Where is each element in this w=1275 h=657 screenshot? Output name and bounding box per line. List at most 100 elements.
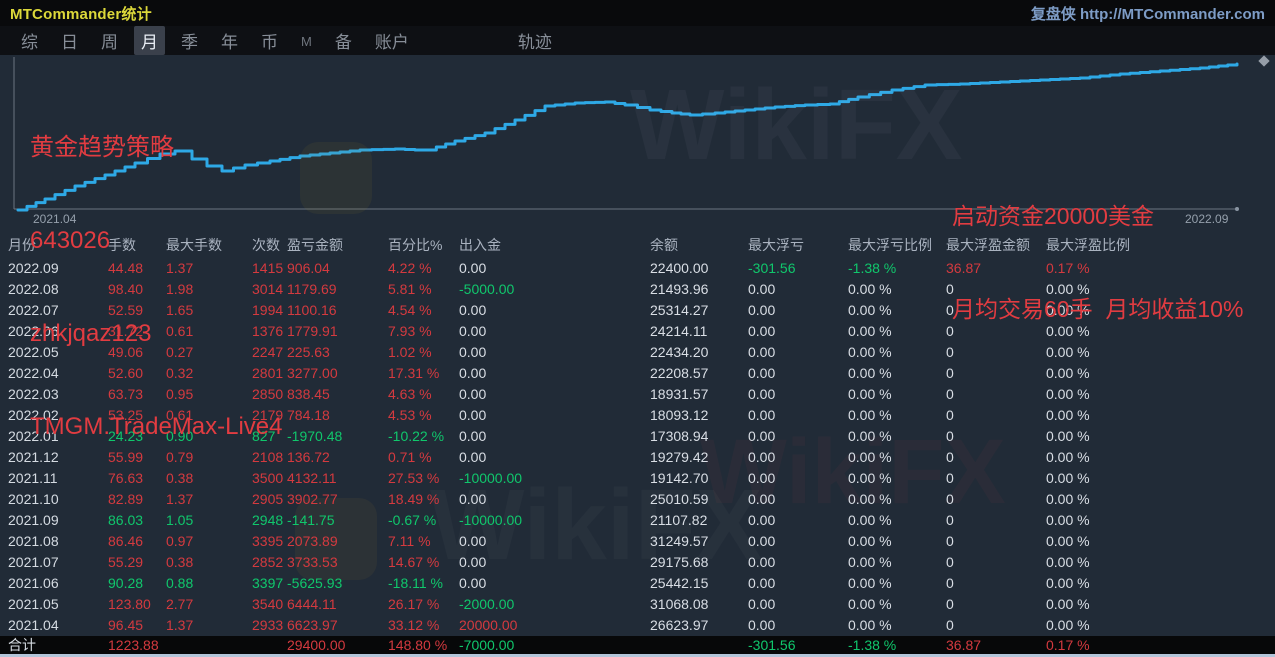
value-cell: 2.77 xyxy=(166,594,193,615)
chart-annotation-left: 黄金趋势策略 643026 zhkjqaz123 TMGM.TradeMax-L… xyxy=(30,70,283,504)
value-cell: 7.93 % xyxy=(388,321,432,342)
value-cell: 3733.53 xyxy=(287,552,338,573)
month-cell: 2021.05 xyxy=(8,594,59,615)
value-cell: 1779.91 xyxy=(287,321,338,342)
value-cell: 0.00 xyxy=(748,363,775,384)
menu-item-备[interactable]: 备 xyxy=(328,26,359,55)
value-cell: 838.45 xyxy=(287,384,330,405)
value-cell: 22434.20 xyxy=(650,342,708,363)
value-cell: 19279.42 xyxy=(650,447,708,468)
value-cell: 0.00 % xyxy=(1046,594,1090,615)
value-cell: 0.00 % xyxy=(848,300,892,321)
value-cell: 0.00 xyxy=(459,258,486,279)
title-bar: MTCommander统计 复盘侠 http://MTCommander.com xyxy=(0,0,1275,26)
value-cell: -141.75 xyxy=(287,510,334,531)
value-cell: 33.12 % xyxy=(388,615,439,636)
table-row[interactable]: 2021.0755.290.3828523733.5314.67 %0.0029… xyxy=(0,552,1275,573)
value-cell: 0.00 xyxy=(748,279,775,300)
value-cell: 0.00 xyxy=(459,426,486,447)
value-cell: 0 xyxy=(946,405,954,426)
value-cell: 0 xyxy=(946,531,954,552)
value-cell: 0.00 % xyxy=(1046,531,1090,552)
value-cell: 25314.27 xyxy=(650,300,708,321)
value-cell: 0.00 xyxy=(748,342,775,363)
table-row[interactable]: 2021.0690.280.883397-5625.93-18.11 %0.00… xyxy=(0,573,1275,594)
value-cell: 0.00 % xyxy=(848,489,892,510)
value-cell: 0.00 xyxy=(459,321,486,342)
app-title: MTCommander统计 xyxy=(10,3,152,24)
menu-item-轨迹[interactable]: 轨迹 xyxy=(511,26,559,55)
value-cell: 1.02 % xyxy=(388,342,432,363)
value-cell: 0.00 xyxy=(748,573,775,594)
value-cell: -301.56 xyxy=(748,258,795,279)
value-cell: 0.00 xyxy=(748,447,775,468)
value-cell: 0 xyxy=(946,468,954,489)
value-cell: 0.00 % xyxy=(848,342,892,363)
value-cell: 0.00 % xyxy=(1046,552,1090,573)
table-row[interactable]: 2021.0986.031.052948-141.75-0.67 %-10000… xyxy=(0,510,1275,531)
table-row[interactable]: 2021.0886.460.9733952073.897.11 %0.00312… xyxy=(0,531,1275,552)
value-cell: 0.00 % xyxy=(848,573,892,594)
value-cell: 6444.11 xyxy=(287,594,337,615)
month-cell: 2021.07 xyxy=(8,552,59,573)
table-row[interactable]: 2021.05123.802.7735406444.1126.17 %-2000… xyxy=(0,594,1275,615)
menu-item-账户[interactable]: 账户 xyxy=(368,26,416,55)
value-cell: 1.37 xyxy=(166,615,193,636)
value-cell: -1.38 % xyxy=(848,258,896,279)
monthly-stats-note: 月均交易60手 月均收益10% xyxy=(952,294,1243,325)
column-header: 百分比% xyxy=(388,233,442,258)
value-cell: 3540 xyxy=(252,594,283,615)
value-cell: 0.00 % xyxy=(1046,384,1090,405)
value-cell: 86.03 xyxy=(108,510,143,531)
menu-bar: 综日周月季年币M备账户 轨迹 xyxy=(0,26,1275,55)
value-cell: 3902.77 xyxy=(287,489,338,510)
value-cell: 0.00 % xyxy=(1046,468,1090,489)
value-cell: 96.45 xyxy=(108,615,143,636)
value-cell: 0.00 xyxy=(459,363,486,384)
value-cell: 0 xyxy=(946,426,954,447)
value-cell: 20000.00 xyxy=(459,615,517,636)
total-row[interactable]: 合计1223.8829400.00148.80 %-7000.00-301.56… xyxy=(0,636,1275,655)
value-cell: 0.00 % xyxy=(848,531,892,552)
value-cell: 0.00 % xyxy=(848,594,892,615)
value-cell: -5000.00 xyxy=(459,279,514,300)
value-cell: 22208.57 xyxy=(650,363,708,384)
value-cell: 0.00 % xyxy=(1046,615,1090,636)
value-cell: 25010.59 xyxy=(650,489,708,510)
value-cell: 0.00 xyxy=(459,531,486,552)
value-cell: 0.00 % xyxy=(1046,426,1090,447)
value-cell: 0.97 xyxy=(166,531,193,552)
value-cell: 148.80 % xyxy=(388,636,447,655)
brand-link: 复盘侠 http://MTCommander.com xyxy=(1031,3,1265,24)
value-cell: 225.63 xyxy=(287,342,330,363)
menu-item-综[interactable]: 综 xyxy=(14,26,45,55)
column-header: 最大浮亏 xyxy=(748,233,804,258)
value-cell: 0.00 xyxy=(459,384,486,405)
value-cell: 0 xyxy=(946,447,954,468)
value-cell: 3395 xyxy=(252,531,283,552)
value-cell: 4132.11 xyxy=(287,468,337,489)
menu-item-周[interactable]: 周 xyxy=(94,26,125,55)
month-cell: 2021.09 xyxy=(8,510,59,531)
value-cell: 2852 xyxy=(252,552,283,573)
month-cell: 2021.06 xyxy=(8,573,59,594)
menu-item-M[interactable]: M xyxy=(294,30,319,51)
value-cell: 0.00 xyxy=(459,342,486,363)
value-cell: 24214.11 xyxy=(650,321,707,342)
menu-item-日[interactable]: 日 xyxy=(54,26,85,55)
value-cell: 0.88 xyxy=(166,573,193,594)
menu-item-币[interactable]: 币 xyxy=(254,26,285,55)
value-cell: 0.00 % xyxy=(848,321,892,342)
menu-item-季[interactable]: 季 xyxy=(174,26,205,55)
value-cell: 0.00 xyxy=(459,573,486,594)
value-cell: 3397 xyxy=(252,573,283,594)
table-row[interactable]: 2021.0496.451.3729336623.9733.12 %20000.… xyxy=(0,615,1275,636)
column-header: 出入金 xyxy=(459,233,501,258)
menu-item-月[interactable]: 月 xyxy=(134,26,165,55)
value-cell: 86.46 xyxy=(108,531,143,552)
value-cell: 0.00 % xyxy=(848,363,892,384)
value-cell: -2000.00 xyxy=(459,594,514,615)
value-cell: 0.71 % xyxy=(388,447,432,468)
value-cell: 0 xyxy=(946,489,954,510)
menu-item-年[interactable]: 年 xyxy=(214,26,245,55)
